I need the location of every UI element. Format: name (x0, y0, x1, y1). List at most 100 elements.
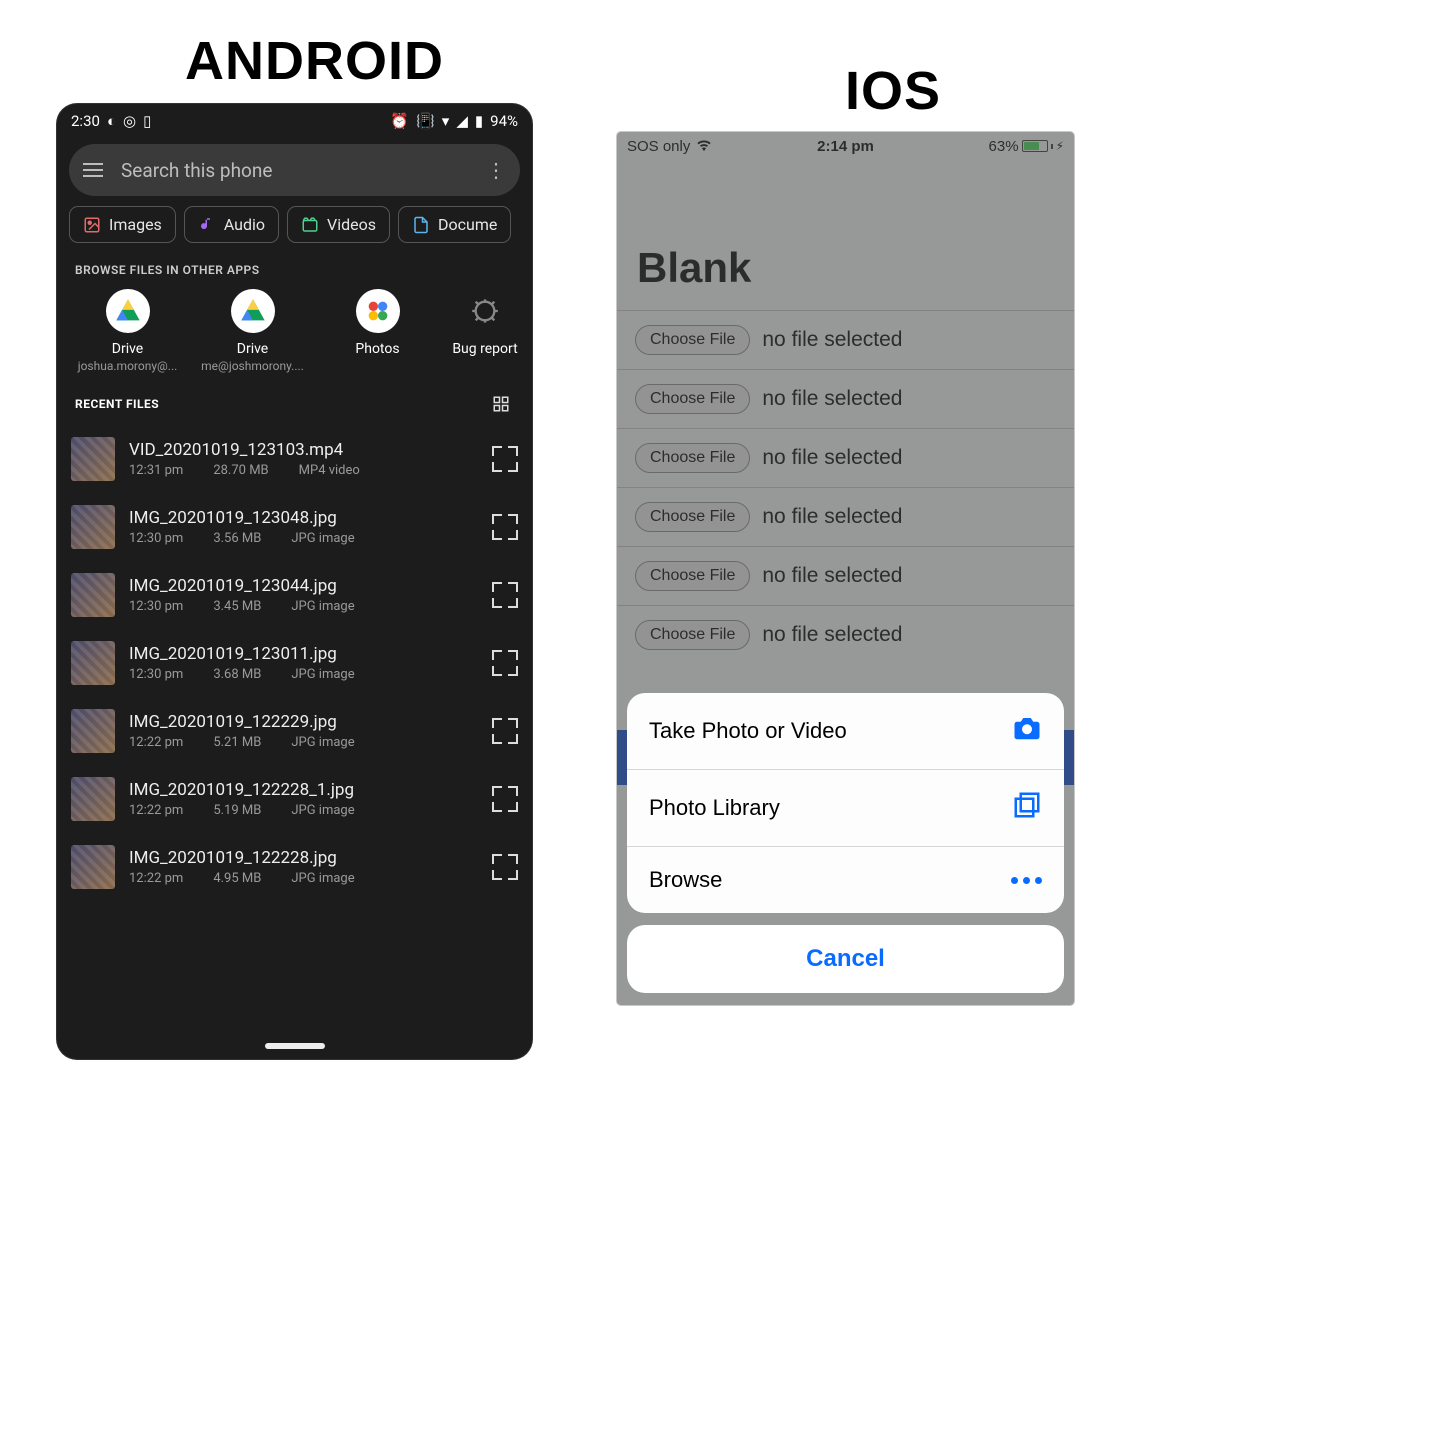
file-time: 12:22 pm (129, 871, 183, 886)
chip-label: Audio (224, 215, 265, 234)
battery-pct: 94% (490, 112, 518, 130)
file-type: JPG image (291, 667, 354, 682)
ellipsis-icon (1011, 877, 1042, 884)
ios-phone-frame: SOS only 2:14 pm 63% ⚡︎ Blank Choose Fil… (617, 132, 1074, 1005)
file-time: 12:22 pm (129, 735, 183, 750)
battery-icon: ▮ (475, 112, 483, 130)
file-thumbnail (71, 709, 115, 753)
expand-icon[interactable] (492, 854, 518, 880)
file-time: 12:30 pm (129, 667, 183, 682)
status-time: 2:30 (71, 112, 100, 130)
chip-videos[interactable]: Videos (287, 206, 390, 243)
chip-docume[interactable]: Docume (398, 206, 511, 243)
sheet-item-label: Photo Library (649, 795, 780, 821)
expand-icon[interactable] (492, 446, 518, 472)
file-thumbnail (71, 641, 115, 685)
file-type: JPG image (291, 599, 354, 614)
file-thumbnail (71, 437, 115, 481)
file-name: IMG_20201019_122228_1.jpg (129, 780, 478, 800)
file-name: VID_20201019_123103.mp4 (129, 440, 478, 460)
app-photos[interactable]: Photos (315, 289, 440, 373)
app-drive[interactable]: Drive me@joshmorony.... (190, 289, 315, 373)
home-indicator[interactable] (265, 1043, 325, 1049)
app-bug-report[interactable]: Bug report (440, 289, 530, 373)
device-icon: ▯ (143, 112, 151, 130)
file-type: MP4 video (299, 463, 360, 478)
expand-icon[interactable] (492, 650, 518, 676)
expand-icon[interactable] (492, 718, 518, 744)
file-thumbnail (71, 505, 115, 549)
file-row[interactable]: IMG_20201019_123044.jpg 12:30 pm 3.45 MB JP… (57, 561, 532, 629)
file-type: JPG image (291, 735, 354, 750)
android-phone-frame: 2:30 ◐ ◎ ▯ ⏰ 📳 ▾ ◢ ▮ 94% Search this pho… (57, 104, 532, 1059)
action-sheet: Take Photo or Video Photo Library Browse C… (627, 693, 1064, 993)
app-name: Bug report (440, 341, 530, 357)
search-bar[interactable]: Search this phone ⋮ (69, 144, 520, 196)
file-name: IMG_20201019_123044.jpg (129, 576, 478, 596)
bulb-icon: ◐ (107, 112, 116, 130)
app-name: Drive (65, 341, 190, 357)
app-drive[interactable]: Drive joshua.morony@... (65, 289, 190, 373)
file-row[interactable]: IMG_20201019_123048.jpg 12:30 pm 3.56 MB JP… (57, 493, 532, 561)
vibrate-icon: 📳 (416, 112, 435, 130)
file-type: JPG image (291, 531, 354, 546)
file-row[interactable]: IMG_20201019_123011.jpg 12:30 pm 3.68 MB JP… (57, 629, 532, 697)
expand-icon[interactable] (492, 582, 518, 608)
menu-icon[interactable] (83, 163, 103, 177)
file-row[interactable]: IMG_20201019_122228.jpg 12:22 pm 4.95 MB JP… (57, 833, 532, 901)
file-time: 12:30 pm (129, 531, 183, 546)
file-row[interactable]: IMG_20201019_122228_1.jpg12:22 pm5.19 MB… (57, 765, 532, 833)
file-thumbnail (71, 845, 115, 889)
chip-audio[interactable]: Audio (184, 206, 279, 243)
file-type: JPG image (291, 871, 354, 886)
file-type: JPG image (291, 803, 354, 818)
file-size: 3.56 MB (213, 531, 261, 546)
heading-android: ANDROID (185, 30, 444, 92)
camera-icon (1012, 713, 1042, 749)
file-name: IMG_20201019_122228.jpg (129, 848, 478, 868)
sheet-item-photo-library[interactable]: Photo Library (627, 770, 1064, 847)
cancel-button[interactable]: Cancel (627, 925, 1064, 993)
expand-icon[interactable] (492, 514, 518, 540)
file-row[interactable]: IMG_20201019_122229.jpg 12:22 pm 5.21 MB JP… (57, 697, 532, 765)
file-row[interactable]: VID_20201019_123103.mp412:31 pm28.70 MBM… (57, 425, 532, 493)
chip-images[interactable]: Images (69, 206, 176, 243)
heading-ios: IOS (845, 60, 941, 122)
app-icon (463, 289, 507, 333)
app-name: Photos (315, 341, 440, 357)
sheet-item-label: Browse (649, 867, 722, 893)
alarm-icon: ⏰ (390, 112, 409, 130)
file-list: VID_20201019_123103.mp412:31 pm28.70 MBM… (57, 425, 532, 901)
circle-icon: ◎ (123, 112, 136, 130)
file-time: 12:22 pm (129, 803, 183, 818)
grid-view-icon[interactable] (492, 395, 510, 413)
chip-label: Images (109, 215, 162, 234)
expand-icon[interactable] (492, 786, 518, 812)
file-size: 28.70 MB (213, 463, 268, 478)
filter-chips-row: Images Audio Videos Docume (57, 206, 532, 243)
file-size: 4.95 MB (213, 871, 261, 886)
sheet-item-browse[interactable]: Browse (627, 847, 1064, 913)
file-name: IMG_20201019_123048.jpg (129, 508, 478, 528)
wifi-icon: ▾ (442, 112, 450, 130)
recent-files-label: RECENT FILES (75, 397, 159, 411)
file-thumbnail (71, 777, 115, 821)
app-icon (356, 289, 400, 333)
browse-apps-label: BROWSE FILES IN OTHER APPS (57, 243, 532, 289)
app-sub: joshua.morony@... (65, 359, 190, 373)
file-size: 3.45 MB (213, 599, 261, 614)
signal-icon: ◢ (456, 112, 468, 130)
more-icon[interactable]: ⋮ (486, 158, 506, 182)
search-placeholder: Search this phone (121, 159, 486, 182)
file-size: 5.21 MB (213, 735, 261, 750)
file-time: 12:30 pm (129, 599, 183, 614)
app-sub: me@joshmorony.... (190, 359, 315, 373)
file-name: IMG_20201019_122229.jpg (129, 712, 478, 732)
app-name: Drive (190, 341, 315, 357)
sheet-item-take-photo-or-video[interactable]: Take Photo or Video (627, 693, 1064, 770)
chip-label: Videos (327, 215, 376, 234)
apps-row: Drivejoshua.morony@...Driveme@joshmorony… (57, 289, 532, 373)
file-name: IMG_20201019_123011.jpg (129, 644, 478, 664)
file-size: 3.68 MB (213, 667, 261, 682)
sheet-item-label: Take Photo or Video (649, 718, 847, 744)
